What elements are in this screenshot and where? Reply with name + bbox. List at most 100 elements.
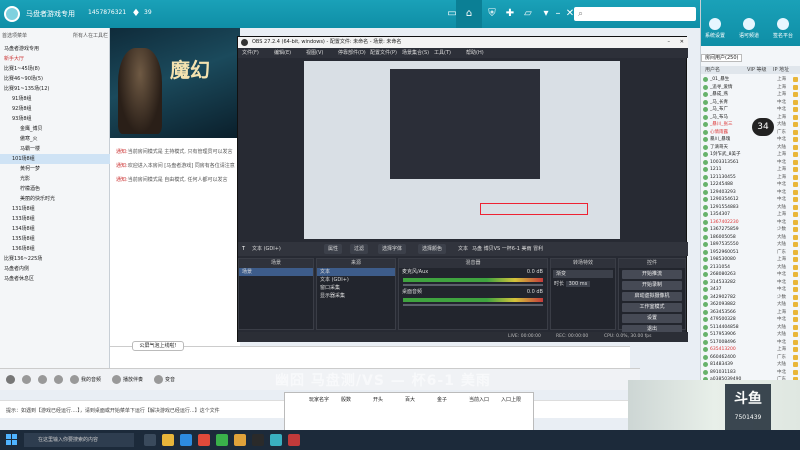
edge-icon[interactable]: [180, 434, 192, 446]
system-settings-button[interactable]: 系统设置: [703, 18, 727, 39]
obs-preview[interactable]: [304, 61, 620, 239]
obs-taskbar-icon[interactable]: [252, 434, 264, 446]
virtual-camera-button[interactable]: 启动虚拟摄像机: [622, 292, 682, 301]
user-row[interactable]: 198530080 上海: [701, 256, 800, 263]
obs-menu-item[interactable]: 编辑(E): [274, 48, 291, 58]
user-row[interactable]: 314533282 中北: [701, 279, 800, 286]
transition-type-select[interactable]: 渐变: [553, 270, 613, 278]
scene-item[interactable]: 场景: [239, 268, 313, 276]
user-row[interactable]: 1211 上海: [701, 166, 800, 173]
start-recording-button[interactable]: 开始录制: [622, 281, 682, 290]
sign-platform-button[interactable]: 签名平台: [771, 18, 795, 39]
shield-icon[interactable]: ⛨: [486, 8, 498, 20]
duration-input[interactable]: 300 ms: [565, 281, 591, 287]
tree-item[interactable]: 比赛136~225场: [0, 254, 110, 264]
tree-item[interactable]: 柠檬酒色: [0, 184, 110, 194]
mic-volume-slider[interactable]: [403, 284, 543, 286]
tree-header-option[interactable]: 所有人在工具栏: [73, 32, 108, 39]
chat-input[interactable]: [110, 346, 630, 368]
user-row[interactable]: 342902782 少数: [701, 294, 800, 301]
obs-menu-item[interactable]: 配置文件(P): [370, 48, 397, 58]
user-row[interactable]: 362093882 大陆: [701, 301, 800, 308]
user-row[interactable]: 1354307 上海: [701, 211, 800, 218]
task-view-icon[interactable]: [144, 434, 156, 446]
obs-menu-item[interactable]: 停靠部件(D): [338, 48, 366, 58]
tree-item[interactable]: 黄柯一梦: [0, 164, 110, 174]
user-row[interactable]: 186005058 大陆: [701, 234, 800, 241]
tree-item[interactable]: 101场8组: [0, 154, 110, 164]
col-vip[interactable]: VIP 等级: [747, 66, 767, 74]
voice-change-button[interactable]: 变音: [154, 374, 175, 386]
source-item[interactable]: 显示器采集: [317, 292, 395, 300]
user-row[interactable]: _暴成_燕 上海: [701, 91, 800, 98]
minimize-icon[interactable]: –: [552, 8, 564, 20]
user-row[interactable]: 363453566 上海: [701, 309, 800, 316]
bookmark-icon[interactable]: ▱: [522, 8, 534, 20]
settings-button[interactable]: [22, 374, 33, 386]
user-row[interactable]: 心情雨露 广东: [701, 129, 800, 136]
tree-item[interactable]: 131场8组: [0, 204, 110, 214]
select-font-button[interactable]: 选择字体: [378, 244, 407, 254]
gamepad-icon[interactable]: ✚: [504, 8, 516, 20]
user-row[interactable]: 1290354612 中北: [701, 196, 800, 203]
properties-button[interactable]: 属性: [324, 244, 343, 254]
select-color-button[interactable]: 选择颜色: [418, 244, 447, 254]
tree-item[interactable]: 91场8组: [0, 94, 110, 104]
desktop-volume-slider[interactable]: [403, 304, 543, 306]
user-row[interactable]: 660462400 广东: [701, 354, 800, 361]
user-row[interactable]: _马_布广 中北: [701, 106, 800, 113]
room-search-input[interactable]: ⌕: [574, 7, 696, 21]
user-row[interactable]: 3437 中北: [701, 286, 800, 293]
user-row[interactable]: 635413200 上海: [701, 346, 800, 353]
user-row[interactable]: 暴川_暴瑰 中北: [701, 136, 800, 143]
user-row[interactable]: 了滴哥天 大陆: [701, 144, 800, 151]
source-item[interactable]: 文本 (GDI+): [317, 276, 395, 284]
explorer-icon[interactable]: [162, 434, 174, 446]
source-item[interactable]: 窗口采集: [317, 284, 395, 292]
user-row[interactable]: 129403293 中北: [701, 189, 800, 196]
broadcast-button[interactable]: [54, 374, 65, 386]
user-row[interactable]: 1952960051 广东: [701, 249, 800, 256]
user-row[interactable]: 517008496 中北: [701, 339, 800, 346]
user-row[interactable]: _马_布马 上海: [701, 114, 800, 121]
tree-item[interactable]: 新手大厅: [0, 54, 110, 64]
obs-menu-item[interactable]: 视图(V): [306, 48, 323, 58]
tree-item[interactable]: 光影: [0, 174, 110, 184]
taskbar-search-input[interactable]: 在这里输入你要搜索的内容: [24, 433, 134, 447]
app-icon[interactable]: [234, 434, 246, 446]
tree-item[interactable]: 93场8组: [0, 114, 110, 124]
dropdown-icon[interactable]: ▾: [540, 8, 552, 20]
user-row[interactable]: 81483439 大陆: [701, 361, 800, 368]
user-row[interactable]: 1291554883 大陆: [701, 204, 800, 211]
text-field-value[interactable]: 马盘 博贝VS 一杯6-1 美雨 冒利: [472, 242, 543, 256]
user-row[interactable]: 1367275859 少数: [701, 226, 800, 233]
tree-item[interactable]: 133场8组: [0, 214, 110, 224]
studio-mode-button[interactable]: 工作室模式: [622, 303, 682, 312]
user-row[interactable]: 1367402230 中北: [701, 219, 800, 226]
tree-item[interactable]: 135场8组: [0, 234, 110, 244]
my-audio-button[interactable]: 我的音频: [70, 374, 101, 386]
source-item[interactable]: 文本: [317, 268, 395, 276]
home-tab[interactable]: ⌂: [456, 0, 482, 28]
user-row[interactable]: 517953906 大陆: [701, 331, 800, 338]
voice-channel-button[interactable]: 语可频道: [737, 18, 761, 39]
app-icon[interactable]: [216, 434, 228, 446]
mic-toggle-button[interactable]: [6, 374, 17, 386]
user-row[interactable]: _马_长青 中北: [701, 99, 800, 106]
play-accompaniment-button[interactable]: 播放伴奏: [112, 374, 143, 386]
tree-item[interactable]: 马盘者休息区: [0, 274, 110, 284]
obs-close-icon[interactable]: ✕: [680, 37, 684, 48]
col-username[interactable]: 用户名: [705, 66, 720, 74]
obs-menu-item[interactable]: 工具(T): [434, 48, 451, 58]
col-ip[interactable]: IP 地址: [773, 66, 789, 74]
tree-item[interactable]: 金鹰_博贝: [0, 124, 110, 134]
user-row[interactable]: 12245488 中北: [701, 181, 800, 188]
app-icon[interactable]: [198, 434, 210, 446]
user-row[interactable]: 1897535550 大陆: [701, 241, 800, 248]
text-source-selection[interactable]: [480, 203, 588, 215]
obs-minimize-icon[interactable]: –: [668, 37, 671, 48]
volume-button[interactable]: [38, 374, 49, 386]
tree-item[interactable]: 马盘者内侧: [0, 264, 110, 274]
tree-item[interactable]: 136场8组: [0, 244, 110, 254]
obs-menu-item[interactable]: 文件(F): [242, 48, 259, 58]
